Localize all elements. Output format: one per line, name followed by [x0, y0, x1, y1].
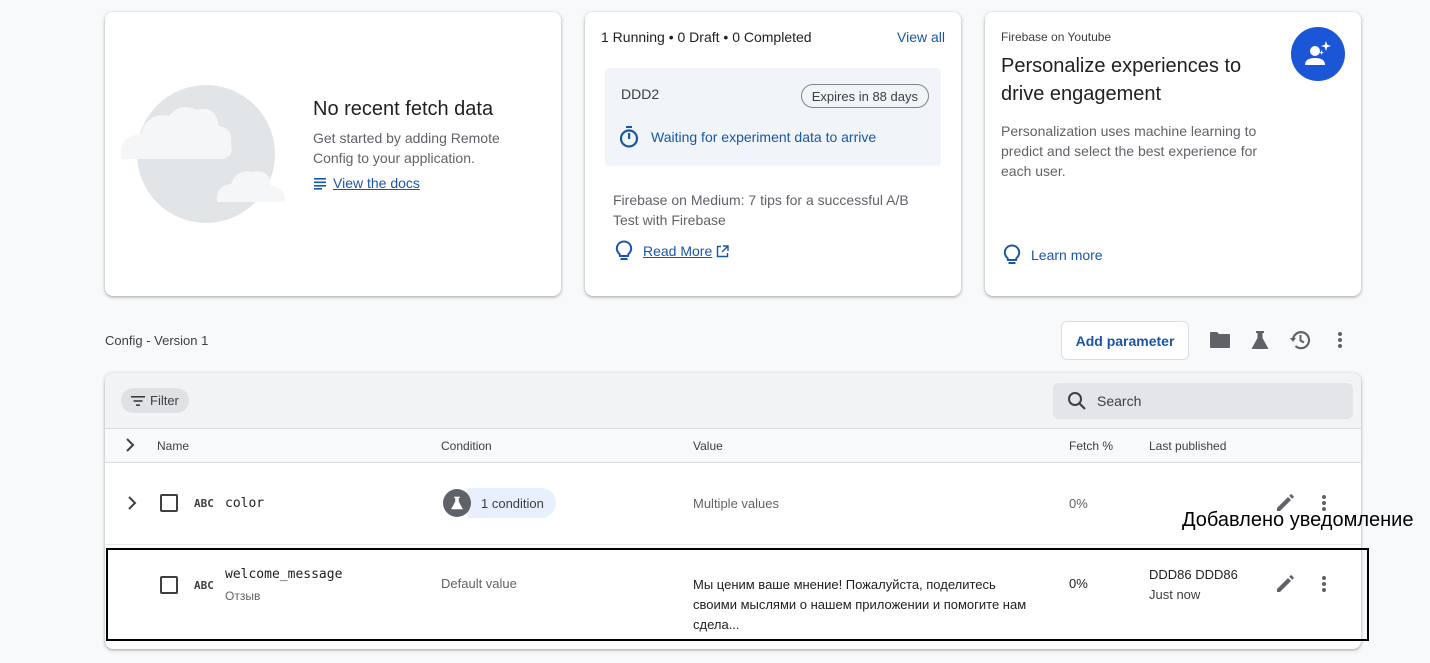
view-docs-label[interactable]: View the docs [333, 175, 420, 191]
flask-icon[interactable] [1248, 328, 1272, 352]
search-placeholder: Search [1097, 393, 1142, 409]
expires-badge: Expires in 88 days [800, 84, 929, 108]
header-fetch[interactable]: Fetch % [1069, 439, 1113, 453]
fetch-percent: 0% [1069, 496, 1088, 511]
header-condition[interactable]: Condition [441, 439, 492, 453]
cloud-illustration [119, 84, 289, 239]
filter-icon [131, 395, 145, 407]
history-icon[interactable] [1288, 328, 1312, 352]
learn-more-link[interactable]: Learn more [1003, 244, 1103, 266]
expand-all-icon[interactable] [125, 438, 135, 452]
highlight-box [106, 548, 1369, 641]
lightbulb-icon [1003, 244, 1021, 266]
medium-article-text: Firebase on Medium: 7 tips for a success… [613, 192, 909, 228]
string-type-icon: ABC [194, 497, 214, 510]
youtube-source-label: Firebase on Youtube [1001, 30, 1112, 44]
learn-more-label[interactable]: Learn more [1031, 247, 1103, 263]
fetch-card-title: No recent fetch data [313, 98, 494, 120]
lightbulb-icon [615, 240, 633, 262]
add-parameter-button[interactable]: Add parameter [1061, 321, 1189, 360]
youtube-card-body: Personalization uses machine learning to… [1001, 123, 1258, 179]
condition-label: 1 condition [467, 488, 556, 518]
experiment-name: DDD2 [621, 86, 660, 102]
docs-icon [313, 176, 327, 190]
search-input[interactable]: Search [1053, 383, 1353, 419]
personalization-icon [1291, 27, 1345, 81]
filter-label: Filter [150, 393, 179, 408]
flask-icon [443, 489, 471, 517]
header-last-published[interactable]: Last published [1149, 439, 1226, 453]
timer-icon [619, 126, 639, 148]
view-all-link[interactable]: View all [897, 29, 945, 45]
experiment-status-summary: 1 Running • 0 Draft • 0 Completed [601, 29, 812, 45]
parameter-value: Multiple values [693, 496, 779, 511]
search-icon [1067, 391, 1087, 411]
table-row[interactable]: ABC color 1 condition Multiple values 0% [105, 463, 1361, 545]
row-checkbox[interactable] [160, 494, 178, 512]
header-value[interactable]: Value [693, 439, 723, 453]
waiting-text: Waiting for experiment data to arrive [651, 129, 877, 145]
read-more-label[interactable]: Read More [643, 243, 712, 259]
folder-icon[interactable] [1208, 328, 1232, 352]
config-toolbar [1208, 328, 1352, 352]
filter-button[interactable]: Filter [121, 388, 189, 413]
fetch-card-description: Get started by adding Remote Config to y… [313, 130, 500, 166]
open-in-new-icon [716, 244, 729, 258]
table-filter-bar: Filter Search [105, 373, 1361, 429]
expand-row-icon[interactable] [127, 496, 137, 510]
condition-chip[interactable]: 1 condition [443, 487, 556, 519]
waiting-status: Waiting for experiment data to arrive [619, 126, 876, 148]
added-notification-label: Добавлено уведомление [1182, 509, 1414, 531]
table-header: Name Condition Value Fetch % Last publis… [105, 429, 1361, 463]
fetch-data-card: No recent fetch data Get started by addi… [105, 12, 561, 296]
more-vert-icon[interactable] [1328, 328, 1352, 352]
parameter-name: color [225, 496, 265, 511]
header-name[interactable]: Name [157, 439, 189, 453]
youtube-card: Firebase on Youtube Personalize experien… [985, 12, 1361, 296]
read-more-link[interactable]: Read More [615, 240, 729, 262]
experiment-item[interactable]: DDD2 Expires in 88 days Waiting for expe… [605, 68, 941, 166]
youtube-card-heading: Personalize experiences to drive engagem… [1001, 55, 1242, 105]
view-docs-link[interactable]: View the docs [313, 175, 420, 191]
config-version-label: Config - Version 1 [105, 333, 209, 348]
experiments-card: 1 Running • 0 Draft • 0 Completed View a… [585, 12, 961, 296]
